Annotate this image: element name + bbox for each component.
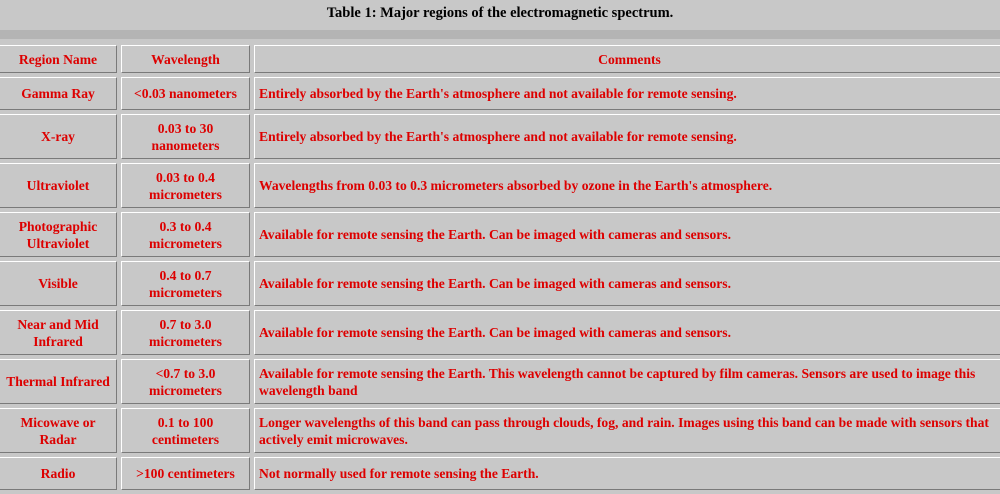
table-row: Photographic Ultraviolet 0.3 to 0.4 micr… (0, 212, 1000, 257)
wavelength-cell: <0.7 to 3.0 micrometers (121, 359, 250, 404)
table-row: Gamma Ray <0.03 nanometers Entirely abso… (0, 77, 1000, 110)
comments-cell: Not normally used for remote sensing the… (254, 457, 1000, 490)
table-row: Visible 0.4 to 0.7 micrometers Available… (0, 261, 1000, 306)
region-cell: Thermal Infrared (0, 359, 117, 404)
table-row: Micowave or Radar 0.1 to 100 centimeters… (0, 408, 1000, 453)
comments-cell: Entirely absorbed by the Earth's atmosph… (254, 77, 1000, 110)
region-cell: X-ray (0, 114, 117, 159)
table-row: Thermal Infrared <0.7 to 3.0 micrometers… (0, 359, 1000, 404)
region-cell: Micowave or Radar (0, 408, 117, 453)
comments-cell: Available for remote sensing the Earth. … (254, 261, 1000, 306)
wavelength-cell: <0.03 nanometers (121, 77, 250, 110)
wavelength-cell: 0.4 to 0.7 micrometers (121, 261, 250, 306)
comments-cell: Longer wavelengths of this band can pass… (254, 408, 1000, 453)
table-row: Radio >100 centimeters Not normally used… (0, 457, 1000, 490)
spectrum-table: Region Name Wavelength Comments Gamma Ra… (0, 41, 1000, 494)
column-header-comments: Comments (254, 45, 1000, 73)
region-cell: Ultraviolet (0, 163, 117, 208)
region-cell: Radio (0, 457, 117, 490)
region-cell: Near and Mid Infrared (0, 310, 117, 355)
table-row: Near and Mid Infrared 0.7 to 3.0 microme… (0, 310, 1000, 355)
comments-cell: Wavelengths from 0.03 to 0.3 micrometers… (254, 163, 1000, 208)
comments-cell: Available for remote sensing the Earth. … (254, 359, 1000, 404)
table-caption: Table 1: Major regions of the electromag… (0, 0, 1000, 26)
wavelength-cell: 0.1 to 100 centimeters (121, 408, 250, 453)
wavelength-cell: 0.03 to 30 nanometers (121, 114, 250, 159)
wavelength-cell: 0.3 to 0.4 micrometers (121, 212, 250, 257)
region-cell: Gamma Ray (0, 77, 117, 110)
wavelength-cell: 0.03 to 0.4 micrometers (121, 163, 250, 208)
header-band (0, 30, 1000, 39)
region-cell: Photographic Ultraviolet (0, 212, 117, 257)
table-row: Ultraviolet 0.03 to 0.4 micrometers Wave… (0, 163, 1000, 208)
column-header-region: Region Name (0, 45, 117, 73)
wavelength-cell: >100 centimeters (121, 457, 250, 490)
table-header-row: Region Name Wavelength Comments (0, 45, 1000, 73)
table-row: X-ray 0.03 to 30 nanometers Entirely abs… (0, 114, 1000, 159)
comments-cell: Available for remote sensing the Earth. … (254, 212, 1000, 257)
wavelength-cell: 0.7 to 3.0 micrometers (121, 310, 250, 355)
region-cell: Visible (0, 261, 117, 306)
comments-cell: Available for remote sensing the Earth. … (254, 310, 1000, 355)
column-header-wavelength: Wavelength (121, 45, 250, 73)
comments-cell: Entirely absorbed by the Earth's atmosph… (254, 114, 1000, 159)
